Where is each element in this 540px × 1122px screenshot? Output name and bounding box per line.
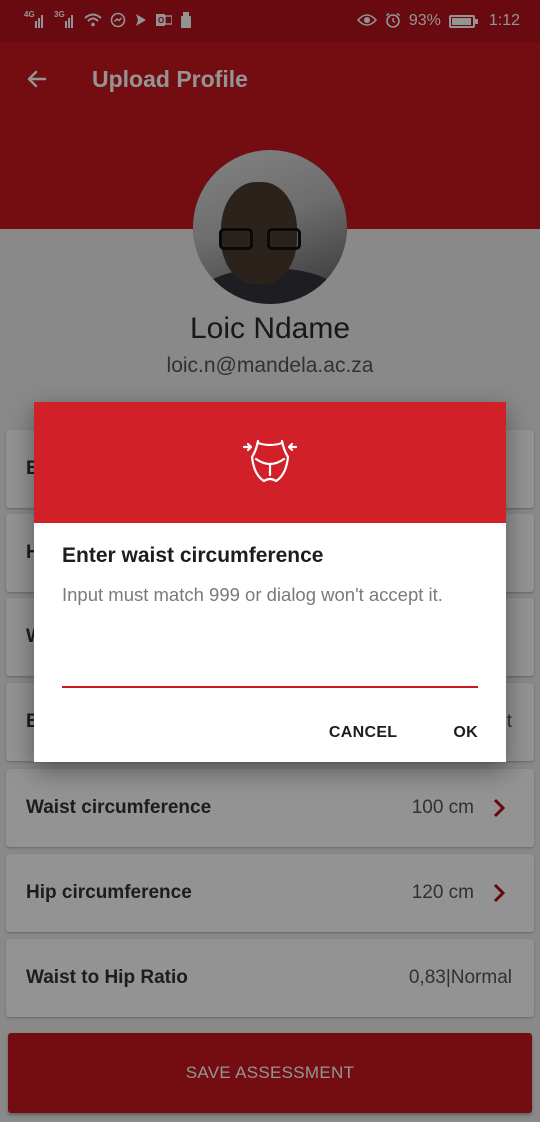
waist-measure-icon: [242, 435, 298, 490]
ok-button[interactable]: OK: [453, 724, 478, 742]
dialog-message: Input must match 999 or dialog won't acc…: [62, 584, 443, 605]
dialog-actions: CANCEL OK: [329, 724, 478, 742]
waist-input[interactable]: [62, 650, 478, 688]
cancel-button[interactable]: CANCEL: [329, 724, 397, 742]
dialog-title: Enter waist circumference: [62, 544, 324, 567]
dialog-header: [34, 402, 506, 523]
waist-input-dialog: Enter waist circumference Input must mat…: [34, 402, 506, 762]
